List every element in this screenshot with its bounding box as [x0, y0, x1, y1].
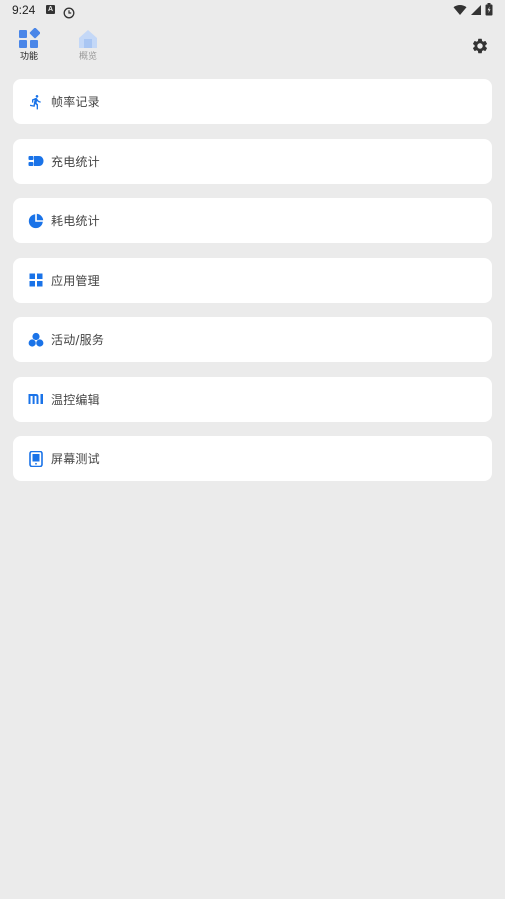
- feature-app-management[interactable]: 应用管理: [13, 257, 492, 303]
- feature-label: 充电统计: [51, 154, 100, 169]
- notification-a-icon: A: [46, 5, 55, 14]
- phone-screen-icon: [28, 450, 44, 467]
- tab-features-label: 功能: [19, 52, 38, 62]
- feature-label: 屏幕测试: [51, 452, 100, 466]
- activity-bubbles-icon: [28, 332, 44, 348]
- feature-label: 活动/服务: [51, 333, 105, 347]
- feature-label: 温控编辑: [51, 392, 100, 407]
- mi-logo-icon: [28, 391, 44, 407]
- feature-charging-stats[interactable]: 充电统计: [13, 138, 492, 184]
- feature-power-stats[interactable]: 耗电统计: [13, 198, 492, 243]
- feature-screen-test[interactable]: 屏幕测试: [13, 436, 492, 481]
- status-bar: 9:24 A: [0, 0, 505, 22]
- tab-features[interactable]: 功能: [9, 27, 49, 63]
- battery-icon: [485, 1, 493, 20]
- feature-thermal-edit[interactable]: 温控编辑: [13, 376, 492, 422]
- home-icon: [77, 28, 99, 50]
- dashboard-icon: [18, 27, 41, 50]
- cellular-signal-icon: [470, 1, 482, 20]
- running-icon: [28, 94, 44, 110]
- tab-overview[interactable]: 概览: [68, 28, 108, 63]
- feature-list: 帧率记录 充电统计 耗电统计 应用管理 活动/服务 温控编辑 屏幕测试: [13, 79, 492, 496]
- feature-activity-service[interactable]: 活动/服务: [13, 317, 492, 362]
- clock-icon: [63, 4, 75, 23]
- feature-label: 帧率记录: [51, 95, 100, 109]
- tab-overview-label: 概览: [78, 52, 97, 62]
- feature-label: 应用管理: [51, 273, 100, 288]
- wifi-icon: [453, 1, 467, 20]
- pie-chart-icon: [28, 213, 44, 229]
- apps-grid-icon: [28, 272, 44, 288]
- feature-frame-rate-record[interactable]: 帧率记录: [13, 79, 492, 124]
- gear-icon: [472, 38, 488, 54]
- charging-icon: [28, 153, 44, 169]
- settings-button[interactable]: [471, 37, 489, 55]
- feature-label: 耗电统计: [51, 214, 100, 228]
- status-time: 9:24: [12, 3, 36, 17]
